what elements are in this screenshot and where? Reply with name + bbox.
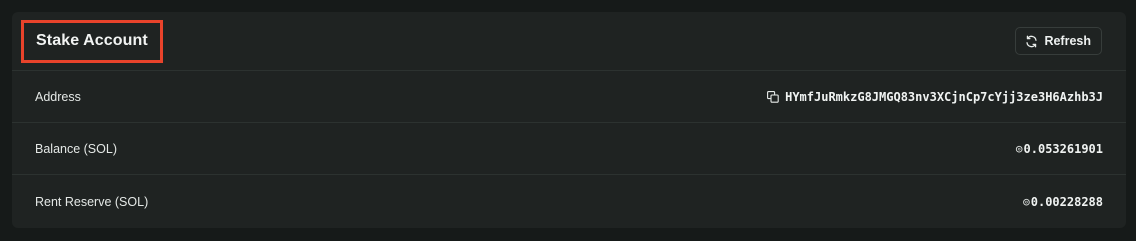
rent-reserve-label: Rent Reserve (SOL)	[35, 194, 149, 209]
address-label: Address	[35, 89, 81, 104]
refresh-button[interactable]: Refresh	[1015, 27, 1102, 55]
card-header: Stake Account Refresh	[12, 12, 1126, 71]
rent-reserve-amount: 0.00228288	[1030, 194, 1103, 209]
sol-icon: ◎	[1023, 195, 1030, 208]
stake-account-card: Stake Account Refresh Address HYmfJuRmkz…	[12, 12, 1126, 228]
rent-reserve-row: Rent Reserve (SOL) ◎ 0.00228288	[12, 175, 1126, 228]
balance-amount: 0.053261901	[1023, 141, 1103, 156]
sol-icon: ◎	[1015, 142, 1023, 155]
address-row: Address HYmfJuRmkzG8JMGQ83nv3XCjnCp7cYjj…	[12, 71, 1126, 123]
rent-reserve-value: ◎ 0.00228288	[1023, 195, 1103, 209]
card-title: Stake Account	[36, 31, 148, 49]
balance-row: Balance (SOL) ◎ 0.053261901	[12, 123, 1126, 175]
refresh-label: Refresh	[1044, 34, 1091, 48]
address-value: HYmfJuRmkzG8JMGQ83nv3XCjnCp7cYjj3ze3H6Az…	[767, 90, 1103, 104]
refresh-icon	[1025, 35, 1038, 48]
balance-label: Balance (SOL)	[35, 141, 117, 156]
copy-icon[interactable]	[767, 90, 779, 103]
title-highlight-box: Stake Account	[21, 19, 163, 63]
balance-value: ◎ 0.053261901	[1016, 142, 1103, 156]
address-text[interactable]: HYmfJuRmkzG8JMGQ83nv3XCjnCp7cYjj3ze3H6Az…	[785, 90, 1103, 104]
